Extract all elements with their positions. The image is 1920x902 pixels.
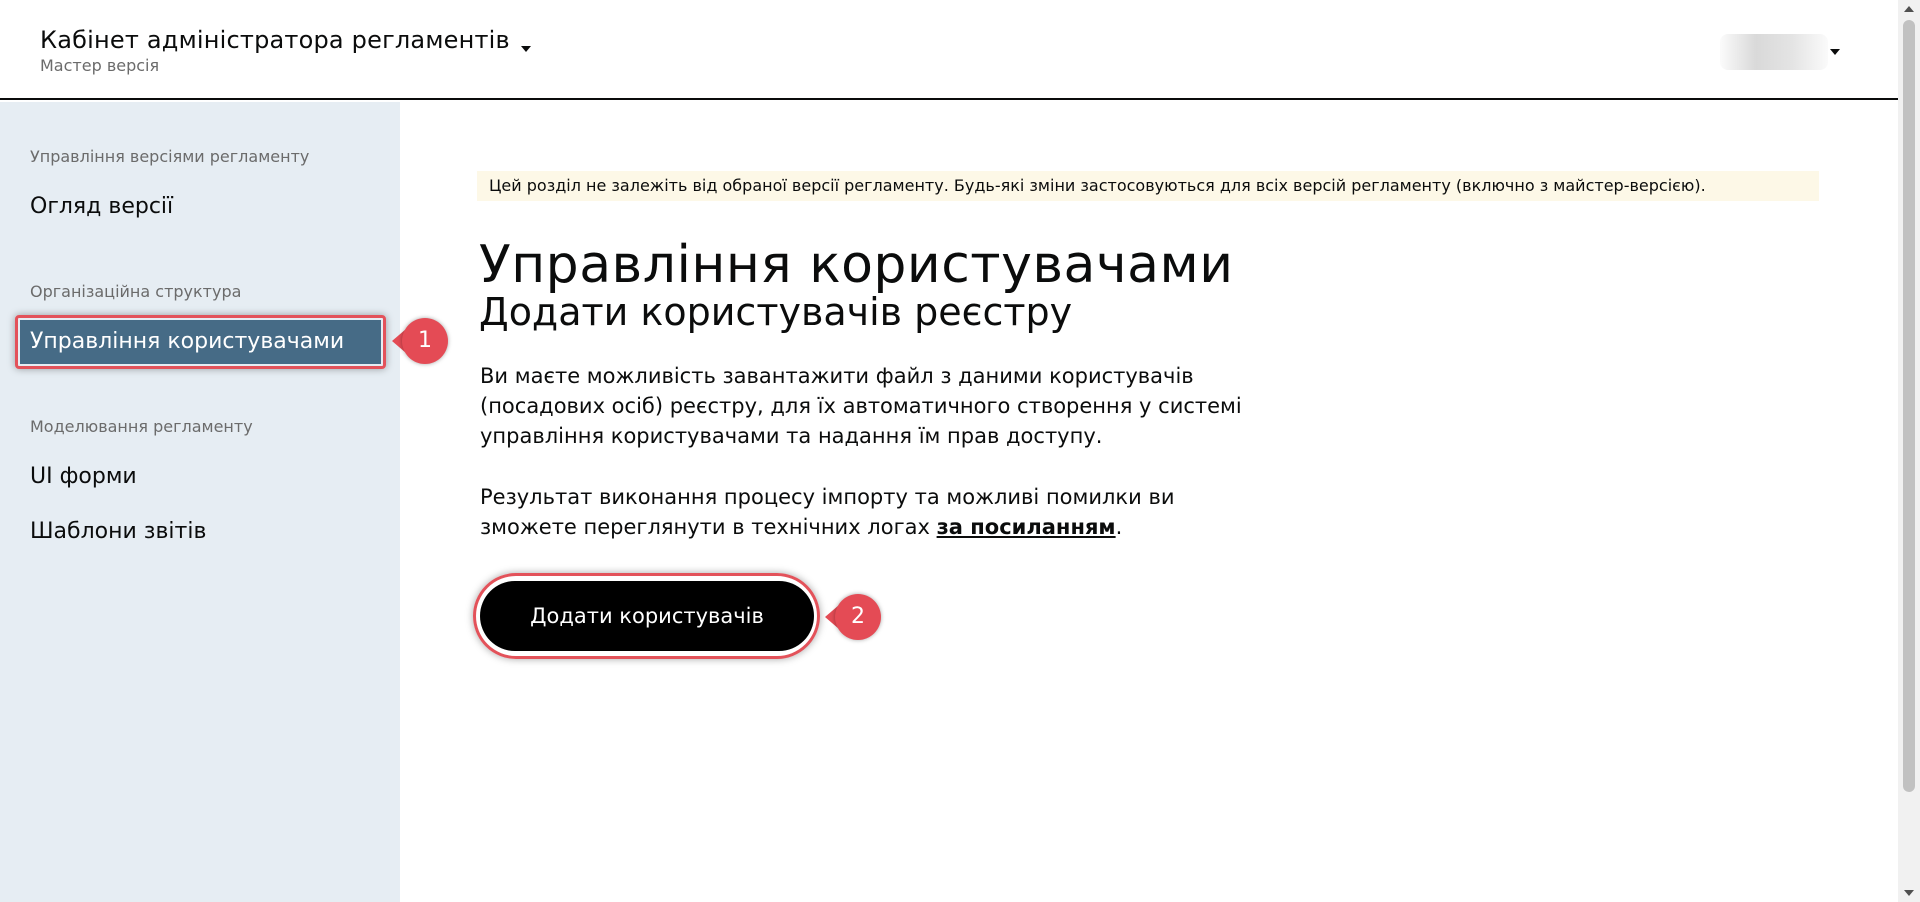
logs-link[interactable]: за посиланням <box>937 515 1116 539</box>
description-line: (посадових осіб) реєстру, для їх автомат… <box>480 394 1242 418</box>
user-menu[interactable] <box>1720 34 1840 70</box>
header: Кабінет адміністратора регламентів Масте… <box>0 0 1898 100</box>
logs-line: Результат виконання процесу імпорту та м… <box>480 485 1175 509</box>
logs-line-suffix: . <box>1115 515 1123 539</box>
sidebar-section-org-structure: Організаційна структура <box>30 282 242 301</box>
sidebar-item-version-overview[interactable]: Огляд версії <box>30 194 173 219</box>
scroll-thumb[interactable] <box>1903 20 1915 792</box>
annotation-badge-2: 2 <box>835 594 881 640</box>
sidebar-item-user-management[interactable]: Управління користувачами <box>20 320 381 364</box>
chevron-down-icon[interactable] <box>521 46 531 52</box>
description-line: управління користувачами та надання їм п… <box>480 424 1103 448</box>
annotation-badge-1: 1 <box>402 318 448 364</box>
sidebar-section-modeling: Моделювання регламенту <box>30 417 253 436</box>
sidebar-section-versions: Управління версіями регламенту <box>30 147 310 166</box>
scroll-up-icon[interactable] <box>1904 6 1914 12</box>
page-subtitle: Додати користувачів реєстру <box>479 290 1073 334</box>
description-line: Ви маєте можливість завантажити файл з д… <box>480 364 1194 388</box>
logs-line: зможете переглянути в технічних логах за… <box>480 512 1300 542</box>
version-label: Мастер версія <box>40 56 160 75</box>
chevron-down-icon[interactable] <box>1830 49 1840 55</box>
sidebar-item-report-templates[interactable]: Шаблони звітів <box>30 519 206 544</box>
sidebar-item-ui-forms[interactable]: UI форми <box>30 464 137 489</box>
vertical-scrollbar[interactable] <box>1898 0 1920 902</box>
app-title[interactable]: Кабінет адміністратора регламентів <box>40 26 510 54</box>
logs-paragraph: Результат виконання процесу імпорту та м… <box>480 482 1300 542</box>
description-paragraph: Ви маєте можливість завантажити файл з д… <box>480 361 1300 451</box>
logs-line-prefix: зможете переглянути в технічних логах <box>480 515 937 539</box>
sidebar: Управління версіями регламенту Огляд вер… <box>0 102 400 902</box>
page-title: Управління користувачами <box>479 235 1234 295</box>
app-window: Кабінет адміністратора регламентів Масте… <box>0 0 1920 902</box>
scroll-down-icon[interactable] <box>1904 890 1914 896</box>
user-name-redacted <box>1720 34 1828 70</box>
add-users-button[interactable]: Додати користувачів <box>480 581 814 651</box>
info-notice: Цей розділ не залежіть від обраної версі… <box>477 171 1819 201</box>
